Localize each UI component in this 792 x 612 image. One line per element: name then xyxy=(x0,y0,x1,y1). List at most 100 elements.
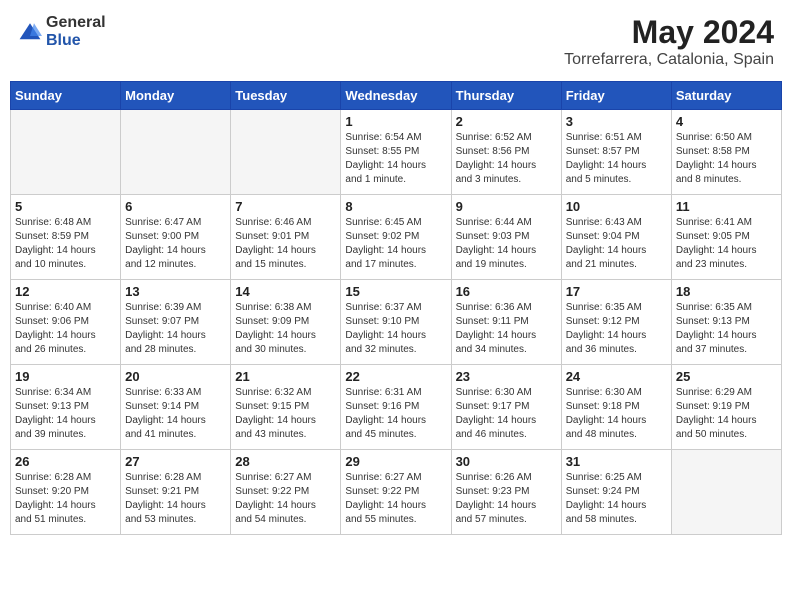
day-info: Sunrise: 6:28 AMSunset: 9:21 PMDaylight:… xyxy=(125,471,226,527)
calendar-day-cell: 2 Sunrise: 6:52 AMSunset: 8:56 PMDaylight… xyxy=(451,110,561,195)
day-info: Sunrise: 6:30 AMSunset: 9:17 PMDaylight:… xyxy=(456,386,557,442)
calendar-day-cell: 9 Sunrise: 6:44 AMSunset: 9:03 PMDaylight… xyxy=(451,195,561,280)
day-number: 29 xyxy=(345,454,446,469)
day-info: Sunrise: 6:52 AMSunset: 8:56 PMDaylight:… xyxy=(456,131,557,187)
day-info: Sunrise: 6:29 AMSunset: 9:19 PMDaylight:… xyxy=(676,386,777,442)
day-number: 28 xyxy=(235,454,336,469)
calendar-week-row: 5Sunrise: 6:48 AMSunset: 8:59 PMDaylight… xyxy=(11,195,782,280)
calendar-day-cell xyxy=(231,110,341,195)
day-number: 31 xyxy=(566,454,667,469)
calendar-day-cell: 23 Sunrise: 6:30 AMSunset: 9:17 PMDayligh… xyxy=(451,365,561,450)
day-info: Sunrise: 6:38 AMSunset: 9:09 PMDaylight:… xyxy=(235,301,336,357)
logo-icon xyxy=(18,20,42,44)
calendar-week-row: 12 Sunrise: 6:40 AMSunset: 9:06 PMDayligh… xyxy=(11,280,782,365)
day-number: 15 xyxy=(345,284,446,299)
day-number: 17 xyxy=(566,284,667,299)
day-info: Sunrise: 6:40 AMSunset: 9:06 PMDaylight:… xyxy=(15,301,116,357)
day-number: 7 xyxy=(235,199,336,214)
weekday-header: Monday xyxy=(121,82,231,110)
day-number: 20 xyxy=(125,369,226,384)
calendar-day-cell xyxy=(11,110,121,195)
day-number: 11 xyxy=(676,199,777,214)
weekday-header: Thursday xyxy=(451,82,561,110)
logo: General Blue xyxy=(18,14,106,49)
day-info: Sunrise: 6:30 AMSunset: 9:18 PMDaylight:… xyxy=(566,386,667,442)
weekday-header: Tuesday xyxy=(231,82,341,110)
day-info: Sunrise: 6:46 AMSunset: 9:01 PMDaylight:… xyxy=(235,216,336,272)
calendar-day-cell: 21Sunrise: 6:32 AMSunset: 9:15 PMDayligh… xyxy=(231,365,341,450)
day-info: Sunrise: 6:33 AMSunset: 9:14 PMDaylight:… xyxy=(125,386,226,442)
day-info: Sunrise: 6:39 AMSunset: 9:07 PMDaylight:… xyxy=(125,301,226,357)
day-number: 18 xyxy=(676,284,777,299)
day-info: Sunrise: 6:31 AMSunset: 9:16 PMDaylight:… xyxy=(345,386,446,442)
title-block: May 2024 Torrefarrera, Catalonia, Spain xyxy=(564,14,774,69)
day-info: Sunrise: 6:36 AMSunset: 9:11 PMDaylight:… xyxy=(456,301,557,357)
day-number: 8 xyxy=(345,199,446,214)
calendar-week-row: 19 Sunrise: 6:34 AMSunset: 9:13 PMDayligh… xyxy=(11,365,782,450)
day-info: Sunrise: 6:27 AMSunset: 9:22 PMDaylight:… xyxy=(345,471,446,527)
logo-text: General Blue xyxy=(46,14,106,49)
calendar-day-cell xyxy=(121,110,231,195)
day-info: Sunrise: 6:37 AMSunset: 9:10 PMDaylight:… xyxy=(345,301,446,357)
day-info: Sunrise: 6:25 AMSunset: 9:24 PMDaylight:… xyxy=(566,471,667,527)
calendar-day-cell: 29 Sunrise: 6:27 AMSunset: 9:22 PMDayligh… xyxy=(341,450,451,535)
calendar-day-cell: 3 Sunrise: 6:51 AMSunset: 8:57 PMDaylight… xyxy=(561,110,671,195)
calendar-day-cell: 17 Sunrise: 6:35 AMSunset: 9:12 PMDayligh… xyxy=(561,280,671,365)
weekday-header: Saturday xyxy=(671,82,781,110)
calendar-day-cell: 18Sunrise: 6:35 AMSunset: 9:13 PMDayligh… xyxy=(671,280,781,365)
day-info: Sunrise: 6:47 AMSunset: 9:00 PMDaylight:… xyxy=(125,216,226,272)
day-info: Sunrise: 6:27 AMSunset: 9:22 PMDaylight:… xyxy=(235,471,336,527)
calendar-day-cell: 4Sunrise: 6:50 AMSunset: 8:58 PMDaylight… xyxy=(671,110,781,195)
day-info: Sunrise: 6:41 AMSunset: 9:05 PMDaylight:… xyxy=(676,216,777,272)
day-number: 19 xyxy=(15,369,116,384)
day-number: 1 xyxy=(345,114,446,129)
day-info: Sunrise: 6:28 AMSunset: 9:20 PMDaylight:… xyxy=(15,471,116,527)
calendar-day-cell: 19 Sunrise: 6:34 AMSunset: 9:13 PMDayligh… xyxy=(11,365,121,450)
day-number: 10 xyxy=(566,199,667,214)
calendar-table: SundayMondayTuesdayWednesdayThursdayFrid… xyxy=(10,81,782,535)
day-number: 2 xyxy=(456,114,557,129)
calendar-day-cell: 25 Sunrise: 6:29 AMSunset: 9:19 PMDayligh… xyxy=(671,365,781,450)
calendar-day-cell: 24 Sunrise: 6:30 AMSunset: 9:18 PMDayligh… xyxy=(561,365,671,450)
calendar-day-cell: 6 Sunrise: 6:47 AMSunset: 9:00 PMDaylight… xyxy=(121,195,231,280)
calendar-day-cell: 13Sunrise: 6:39 AMSunset: 9:07 PMDayligh… xyxy=(121,280,231,365)
month-title: May 2024 xyxy=(564,14,774,51)
day-info: Sunrise: 6:51 AMSunset: 8:57 PMDaylight:… xyxy=(566,131,667,187)
day-info: Sunrise: 6:43 AMSunset: 9:04 PMDaylight:… xyxy=(566,216,667,272)
day-number: 4 xyxy=(676,114,777,129)
day-info: Sunrise: 6:45 AMSunset: 9:02 PMDaylight:… xyxy=(345,216,446,272)
calendar-day-cell: 15 Sunrise: 6:37 AMSunset: 9:10 PMDayligh… xyxy=(341,280,451,365)
calendar-day-cell: 5Sunrise: 6:48 AMSunset: 8:59 PMDaylight… xyxy=(11,195,121,280)
location-title: Torrefarrera, Catalonia, Spain xyxy=(564,51,774,69)
day-number: 16 xyxy=(456,284,557,299)
weekday-header-row: SundayMondayTuesdayWednesdayThursdayFrid… xyxy=(11,82,782,110)
calendar-day-cell: 8 Sunrise: 6:45 AMSunset: 9:02 PMDaylight… xyxy=(341,195,451,280)
day-number: 24 xyxy=(566,369,667,384)
calendar-week-row: 1 Sunrise: 6:54 AMSunset: 8:55 PMDaylight… xyxy=(11,110,782,195)
day-number: 6 xyxy=(125,199,226,214)
day-number: 9 xyxy=(456,199,557,214)
calendar-day-cell: 27Sunrise: 6:28 AMSunset: 9:21 PMDayligh… xyxy=(121,450,231,535)
day-number: 26 xyxy=(15,454,116,469)
calendar-day-cell: 1 Sunrise: 6:54 AMSunset: 8:55 PMDaylight… xyxy=(341,110,451,195)
calendar-day-cell: 11 Sunrise: 6:41 AMSunset: 9:05 PMDayligh… xyxy=(671,195,781,280)
calendar-week-row: 26 Sunrise: 6:28 AMSunset: 9:20 PMDayligh… xyxy=(11,450,782,535)
day-info: Sunrise: 6:54 AMSunset: 8:55 PMDaylight:… xyxy=(345,131,446,187)
day-number: 12 xyxy=(15,284,116,299)
day-info: Sunrise: 6:34 AMSunset: 9:13 PMDaylight:… xyxy=(15,386,116,442)
day-info: Sunrise: 6:35 AMSunset: 9:12 PMDaylight:… xyxy=(566,301,667,357)
calendar-day-cell: 28 Sunrise: 6:27 AMSunset: 9:22 PMDayligh… xyxy=(231,450,341,535)
day-number: 25 xyxy=(676,369,777,384)
day-number: 21 xyxy=(235,369,336,384)
calendar-day-cell: 26 Sunrise: 6:28 AMSunset: 9:20 PMDayligh… xyxy=(11,450,121,535)
calendar-day-cell: 12 Sunrise: 6:40 AMSunset: 9:06 PMDayligh… xyxy=(11,280,121,365)
day-number: 23 xyxy=(456,369,557,384)
weekday-header: Wednesday xyxy=(341,82,451,110)
day-number: 5 xyxy=(15,199,116,214)
weekday-header: Friday xyxy=(561,82,671,110)
calendar-day-cell: 22Sunrise: 6:31 AMSunset: 9:16 PMDayligh… xyxy=(341,365,451,450)
day-info: Sunrise: 6:44 AMSunset: 9:03 PMDaylight:… xyxy=(456,216,557,272)
day-number: 3 xyxy=(566,114,667,129)
calendar-day-cell: 31 Sunrise: 6:25 AMSunset: 9:24 PMDayligh… xyxy=(561,450,671,535)
calendar-day-cell: 14Sunrise: 6:38 AMSunset: 9:09 PMDayligh… xyxy=(231,280,341,365)
